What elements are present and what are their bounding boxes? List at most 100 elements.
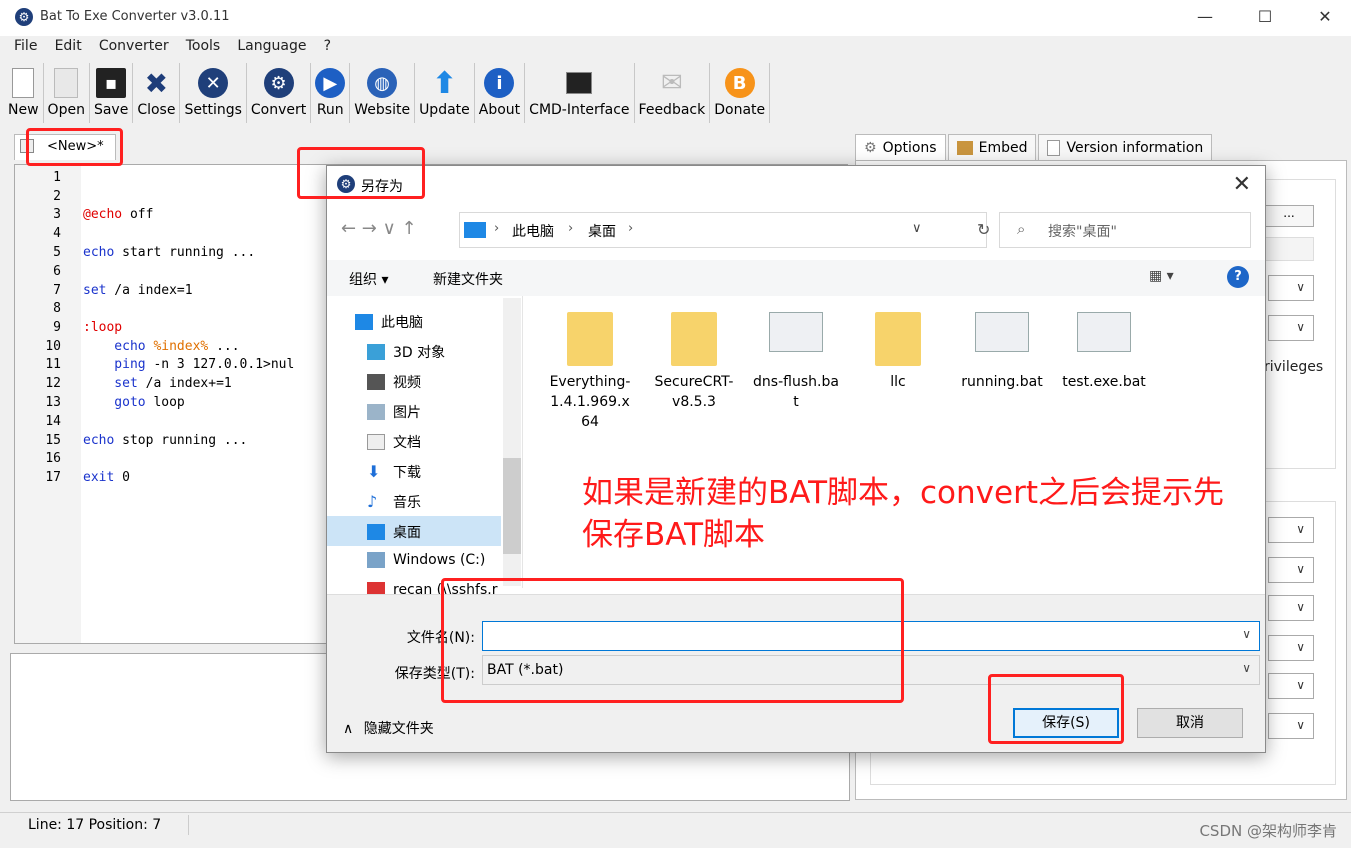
website-button[interactable]: ◍ Website <box>350 63 416 123</box>
computer-icon <box>355 314 373 330</box>
folder-icon <box>671 312 717 366</box>
file-item[interactable]: SecureCRT-v8.5.3 <box>651 312 737 412</box>
run-button[interactable]: ▶ Run <box>311 63 351 123</box>
convert-button[interactable]: ⚙ Convert <box>247 63 312 123</box>
breadcrumb-separator: › <box>568 221 574 236</box>
document-icon <box>367 434 385 450</box>
nav-item-documents[interactable]: 文档 <box>367 432 421 452</box>
line-number: 12 <box>45 376 61 391</box>
file-item[interactable]: test.exe.bat <box>1061 312 1147 392</box>
dialog-close-button[interactable]: ✕ <box>1233 172 1251 197</box>
nav-arrows[interactable]: ← → ∨ ↑ <box>341 218 417 239</box>
organize-menu[interactable]: 组织 ▾ <box>349 269 388 289</box>
code-line: exit 0 <box>83 470 130 485</box>
desktop-icon <box>367 524 385 540</box>
hide-folders-toggle[interactable]: ∧ 隐藏文件夹 <box>343 718 434 738</box>
line-number: 6 <box>53 264 61 279</box>
new-document-icon <box>12 68 35 98</box>
maximize-button[interactable]: ☐ <box>1250 6 1280 28</box>
option-combo[interactable]: ∨ <box>1268 275 1314 301</box>
file-item[interactable]: Everything-1.4.1.969.x64 <box>547 312 633 432</box>
line-number: 4 <box>53 226 61 241</box>
file-item[interactable]: dns-flush.bat <box>753 312 839 412</box>
file-item[interactable]: running.bat <box>959 312 1045 392</box>
close-button[interactable]: ✖ Close <box>133 63 181 123</box>
breadcrumb-desktop[interactable]: 桌面 <box>588 221 616 241</box>
new-button[interactable]: New <box>4 63 44 123</box>
annotation-text: 如果是新建的BAT脚本，convert之后会提示先保存BAT脚本 <box>582 475 1224 553</box>
cmd-interface-button[interactable]: CMD-Interface <box>525 63 635 123</box>
option-combo[interactable]: ∨ <box>1268 673 1314 699</box>
option-combo[interactable]: ∨ <box>1268 557 1314 583</box>
code-line: goto loop <box>83 395 185 410</box>
highlight-new-tab <box>26 128 123 166</box>
status-bar: Line: 17 Position: 7 <box>0 812 1351 838</box>
breadcrumb-this-pc[interactable]: 此电脑 <box>512 221 554 241</box>
about-button[interactable]: i About <box>475 63 526 123</box>
line-number: 15 <box>45 433 61 448</box>
minimize-button[interactable]: — <box>1190 6 1220 28</box>
code-line: :loop <box>83 320 123 335</box>
donate-button[interactable]: B Donate <box>710 63 771 123</box>
line-number: 17 <box>45 470 61 485</box>
command-bar: 组织 ▾ 新建文件夹 ▦ ▾ ? <box>327 260 1265 296</box>
nav-item-videos[interactable]: 视频 <box>367 372 421 392</box>
breadcrumb-separator: › <box>628 221 634 236</box>
browse-button[interactable]: ... <box>1264 205 1314 227</box>
document-icon <box>1047 139 1061 156</box>
open-button[interactable]: Open <box>44 63 90 123</box>
privileges-label: rivileges <box>1264 359 1324 375</box>
tab-version-information[interactable]: Version information <box>1038 134 1213 160</box>
open-folder-icon <box>54 68 79 98</box>
app-gear-icon: ⚙ <box>15 8 33 26</box>
nav-item-downloads[interactable]: ⬇ 下载 <box>367 462 421 482</box>
chevron-down-icon[interactable]: ∨ <box>1242 627 1251 641</box>
menu-edit[interactable]: Edit <box>55 38 82 54</box>
feedback-button[interactable]: ✉ Feedback <box>635 63 711 123</box>
envelope-icon: ✉ <box>660 68 683 98</box>
new-folder-button[interactable]: 新建文件夹 <box>433 269 503 289</box>
globe-icon: ◍ <box>367 68 398 98</box>
option-combo[interactable]: ∨ <box>1268 595 1314 621</box>
address-bar[interactable]: › 此电脑 › 桌面 › ∨ <box>459 212 987 248</box>
option-combo[interactable]: ∨ <box>1268 635 1314 661</box>
nav-item-windows-c[interactable]: Windows (C:) <box>367 552 485 568</box>
toolbar: New Open ▪ Save ✖ Close ✕ Settings ⚙ Con… <box>4 63 771 125</box>
save-button[interactable]: ▪ Save <box>90 63 134 123</box>
update-button[interactable]: ⬆ Update <box>415 63 475 123</box>
search-input[interactable]: 搜索"桌面" <box>999 212 1251 248</box>
nav-item-pictures[interactable]: 图片 <box>367 402 421 422</box>
nav-item-this-pc[interactable]: 此电脑 <box>355 312 423 332</box>
drive-icon <box>367 552 385 568</box>
settings-button[interactable]: ✕ Settings <box>180 63 247 123</box>
help-button[interactable]: ? <box>1227 266 1249 288</box>
tab-options[interactable]: ⚙ Options <box>855 134 946 160</box>
close-window-button[interactable]: ✕ <box>1310 6 1340 28</box>
menu-help[interactable]: ? <box>324 38 331 54</box>
menu-converter[interactable]: Converter <box>99 38 169 54</box>
nav-item-3d-objects[interactable]: 3D 对象 <box>367 342 445 362</box>
menu-language[interactable]: Language <box>237 38 306 54</box>
address-dropdown[interactable]: ∨ <box>912 221 922 236</box>
nav-item-desktop[interactable]: 桌面 <box>367 522 421 542</box>
option-combo[interactable]: ∨ <box>1268 713 1314 739</box>
code-line: echo stop running ... <box>83 433 248 448</box>
menu-file[interactable]: File <box>14 38 37 54</box>
nav-scrollbar-thumb[interactable] <box>503 458 521 554</box>
option-combo[interactable]: ∨ <box>1268 517 1314 543</box>
file-item[interactable]: llc <box>855 312 941 392</box>
folder-icon <box>567 312 613 366</box>
nav-item-music[interactable]: ♪ 音乐 <box>367 492 421 512</box>
dialog-cancel-button[interactable]: 取消 <box>1137 708 1243 738</box>
line-number: 10 <box>45 339 61 354</box>
menu-tools[interactable]: Tools <box>186 38 221 54</box>
navigation-pane: 此电脑 3D 对象 视频 图片 文档 ⬇ 下载 ♪ 音乐 桌面 Windows (C… <box>327 296 523 598</box>
option-combo[interactable]: ∨ <box>1268 315 1314 341</box>
bat-file-icon <box>975 312 1029 352</box>
close-x-icon: ✖ <box>144 66 169 100</box>
tab-embed[interactable]: Embed <box>947 134 1037 160</box>
refresh-button[interactable]: ↻ <box>977 220 990 239</box>
floppy-disk-icon: ▪ <box>96 68 127 98</box>
chevron-down-icon[interactable]: ∨ <box>1242 661 1251 675</box>
view-options-button[interactable]: ▦ ▾ <box>1149 268 1174 284</box>
